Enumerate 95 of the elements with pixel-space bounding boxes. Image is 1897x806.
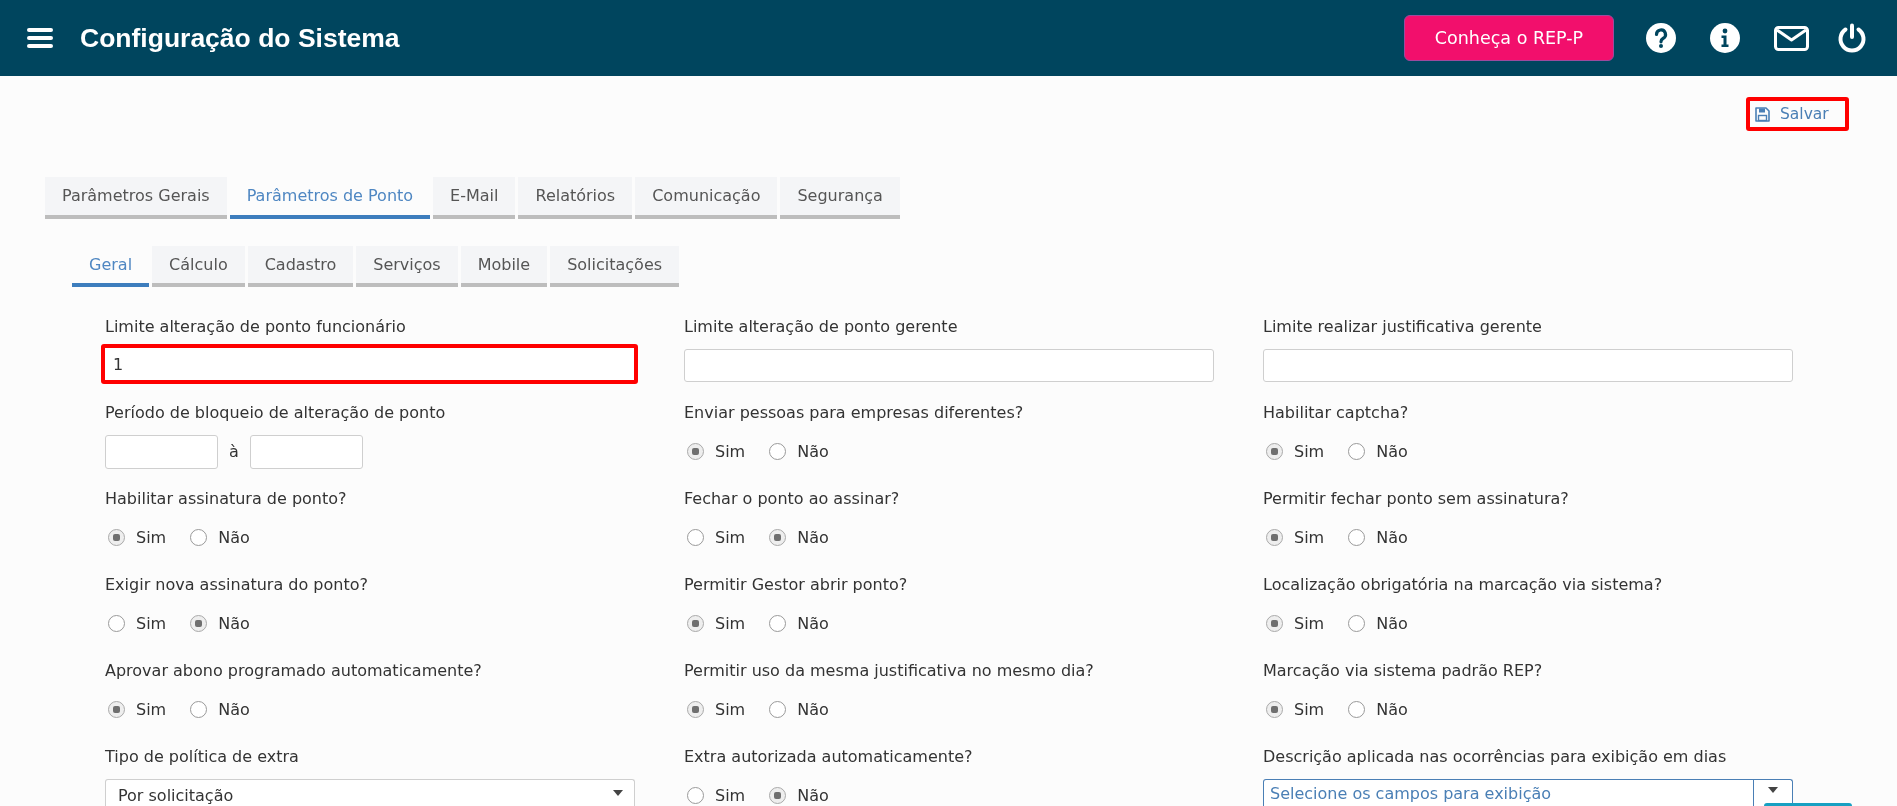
field-label: Fechar o ponto ao assinar? — [684, 489, 900, 509]
field-label: Permitir fechar ponto sem assinatura? — [1263, 489, 1569, 509]
multi-select-field[interactable]: Selecione os campos para exibição — [1263, 779, 1793, 806]
sub-tab[interactable]: Mobile — [460, 246, 548, 287]
radio-button[interactable] — [190, 701, 208, 718]
range-separator: à — [229, 442, 239, 461]
radio-label[interactable]: Sim — [1294, 614, 1325, 633]
radio-button[interactable] — [108, 529, 125, 546]
radio-label[interactable]: Sim — [715, 442, 746, 461]
field-label: Localização obrigatória na marcação via sistema? — [1263, 575, 1663, 595]
field-label: Permitir uso da mesma justificativa no mesmo dia? — [684, 661, 1094, 681]
radio-label[interactable]: Sim — [136, 614, 167, 633]
tab[interactable]: Segurança — [780, 177, 900, 219]
field-label: Tipo de política de extra — [105, 747, 299, 767]
radio-label[interactable]: Sim — [136, 700, 167, 719]
info-icon[interactable] — [1710, 23, 1740, 53]
radio-label[interactable]: Não — [1376, 528, 1408, 547]
radio-label[interactable]: Sim — [136, 528, 167, 547]
radio-label[interactable]: Não — [1376, 442, 1408, 461]
field-label: Enviar pessoas para empresas diferentes? — [684, 403, 1024, 423]
radio-button[interactable] — [108, 615, 125, 632]
radio-button[interactable] — [769, 529, 787, 546]
save-button[interactable]: Salvar — [1746, 97, 1849, 131]
field-label: Habilitar captcha? — [1263, 403, 1409, 423]
sub-tab[interactable]: Cadastro — [247, 246, 354, 287]
radio-label[interactable]: Não — [797, 528, 829, 547]
field-label: Marcação via sistema padrão REP? — [1263, 661, 1543, 681]
radio-button[interactable] — [108, 701, 125, 718]
sub-tab[interactable]: Cálculo — [152, 246, 245, 287]
caret-icon — [1768, 787, 1778, 793]
radio-label[interactable]: Sim — [1294, 442, 1325, 461]
radio-label[interactable]: Não — [1376, 614, 1408, 633]
field-label: Descrição aplicada nas ocorrências para exibição em dias — [1263, 747, 1727, 767]
mail-icon[interactable] — [1774, 25, 1809, 51]
radio-button[interactable] — [1348, 529, 1366, 546]
radio-button[interactable] — [769, 787, 787, 804]
power-icon[interactable] — [1837, 22, 1867, 54]
radio-label[interactable]: Sim — [715, 528, 746, 547]
radio-button[interactable] — [1266, 615, 1283, 632]
radio-button[interactable] — [190, 615, 208, 632]
text-field[interactable]: 1 — [101, 344, 638, 384]
radio-label[interactable]: Não — [218, 614, 250, 633]
field-label: Limite alteração de ponto funcionário — [105, 317, 406, 337]
radio-button[interactable] — [687, 443, 704, 460]
page-title: Configuração do Sistema — [80, 22, 401, 54]
help-icon[interactable] — [1646, 23, 1676, 53]
field-label: Permitir Gestor abrir ponto? — [684, 575, 908, 595]
radio-button[interactable] — [687, 787, 704, 804]
field-label: Extra autorizada automaticamente? — [684, 747, 973, 767]
select-field[interactable]: Por solicitação — [105, 779, 635, 806]
radio-button[interactable] — [1266, 529, 1283, 546]
text-field[interactable] — [1263, 349, 1793, 382]
caret-icon — [613, 790, 623, 796]
tab[interactable]: Relatórios — [518, 177, 633, 219]
radio-label[interactable]: Não — [218, 700, 250, 719]
radio-label[interactable]: Sim — [1294, 528, 1325, 547]
field-label: Limite realizar justificativa gerente — [1263, 317, 1542, 337]
promo-button[interactable]: Conheça o REP-P — [1404, 15, 1614, 61]
radio-label[interactable]: Não — [1376, 700, 1408, 719]
radio-button[interactable] — [1348, 615, 1366, 632]
field-label: Exigir nova assinatura do ponto? — [105, 575, 368, 595]
sub-tab[interactable]: Solicitações — [550, 246, 680, 287]
radio-button[interactable] — [769, 443, 787, 460]
radio-button[interactable] — [190, 529, 208, 546]
radio-button[interactable] — [1348, 701, 1366, 718]
text-field[interactable] — [684, 349, 1214, 382]
radio-label[interactable]: Sim — [715, 700, 746, 719]
text-field[interactable] — [249, 434, 363, 469]
text-field[interactable] — [105, 434, 218, 469]
radio-label[interactable]: Não — [218, 528, 250, 547]
radio-button[interactable] — [769, 615, 787, 632]
field-label: Limite alteração de ponto gerente — [684, 317, 958, 337]
field-label: Período de bloqueio de alteração de ponto — [105, 403, 446, 423]
tab[interactable]: E-Mail — [433, 177, 516, 219]
radio-label[interactable]: Não — [797, 442, 829, 461]
radio-label[interactable]: Não — [797, 614, 829, 633]
tab[interactable]: Comunicação — [635, 177, 778, 219]
menu-icon[interactable] — [27, 28, 53, 48]
radio-label[interactable]: Sim — [715, 786, 746, 805]
radio-label[interactable]: Não — [797, 786, 829, 805]
sub-tab[interactable]: Serviços — [356, 246, 458, 287]
field-label: Aprovar abono programado automaticamente? — [105, 661, 482, 681]
radio-button[interactable] — [1266, 701, 1283, 718]
tab[interactable]: Parâmetros Gerais — [45, 177, 227, 219]
radio-button[interactable] — [769, 701, 787, 718]
radio-button[interactable] — [1348, 443, 1366, 460]
radio-label[interactable]: Não — [797, 700, 829, 719]
radio-button[interactable] — [687, 701, 704, 718]
radio-button[interactable] — [1266, 443, 1283, 460]
field-label: Habilitar assinatura de ponto? — [105, 489, 347, 509]
radio-label[interactable]: Sim — [1294, 700, 1325, 719]
radio-button[interactable] — [687, 615, 704, 632]
radio-button[interactable] — [687, 529, 704, 546]
radio-label[interactable]: Sim — [715, 614, 746, 633]
tab[interactable]: Parâmetros de Ponto — [229, 177, 431, 219]
